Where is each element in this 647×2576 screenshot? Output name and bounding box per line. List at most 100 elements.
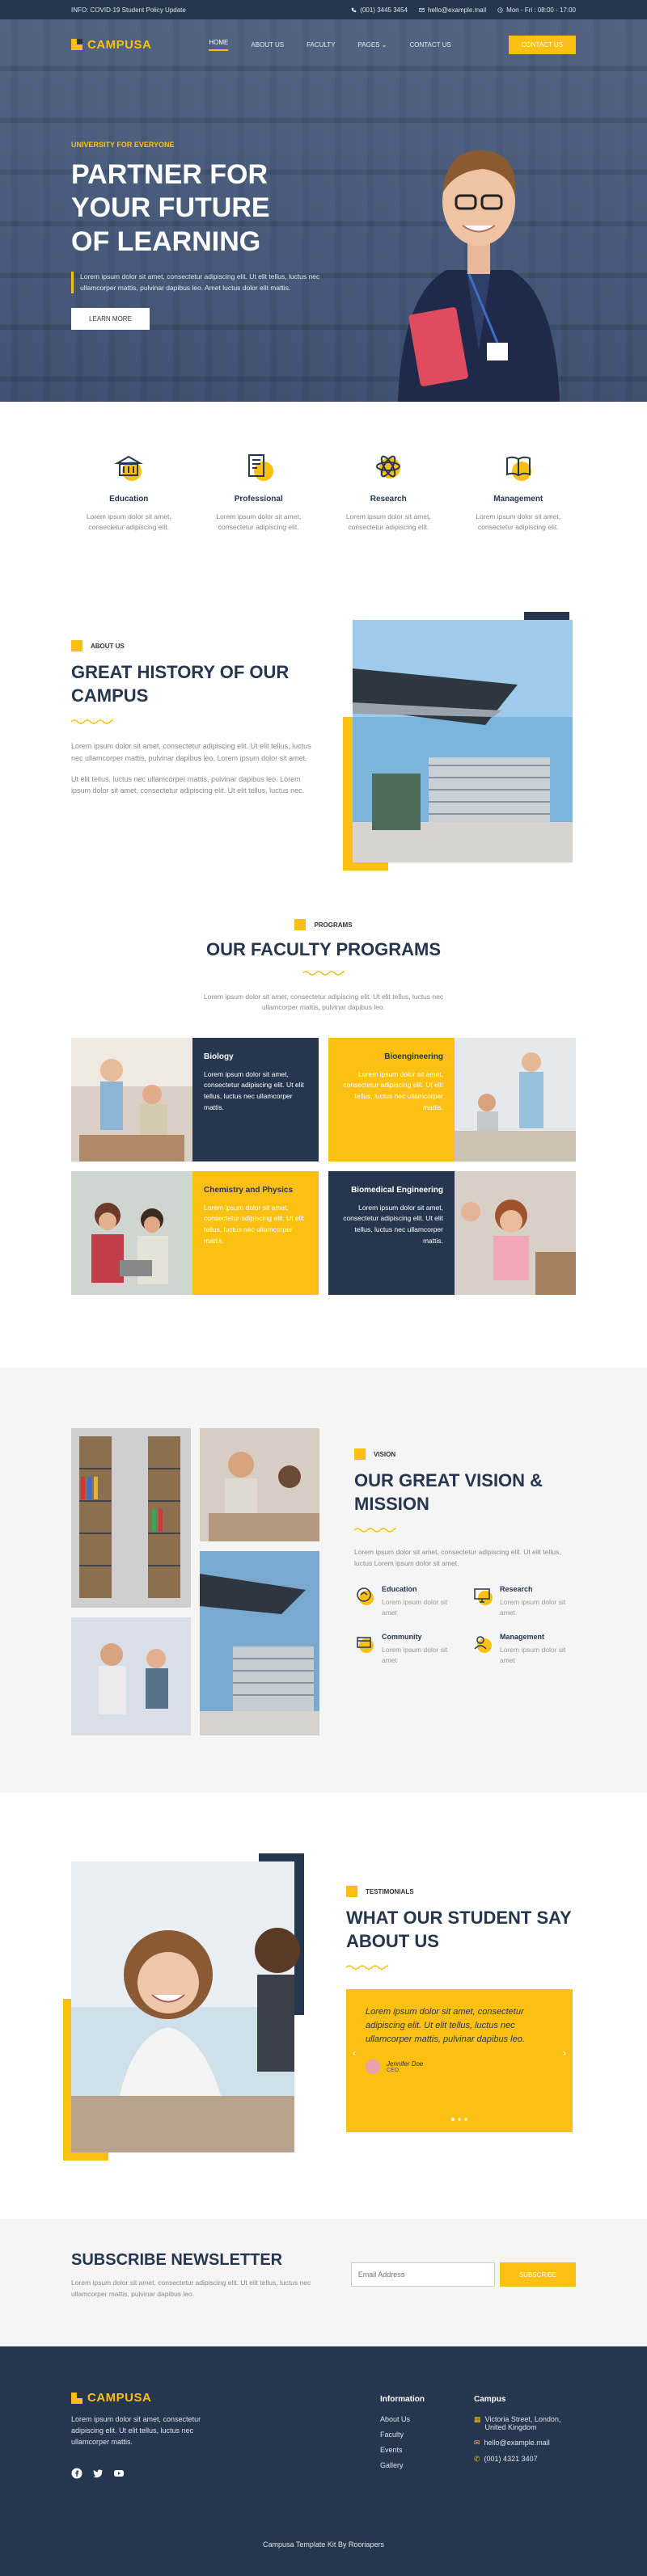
carousel-dot[interactable] [451, 2118, 455, 2122]
about-section: ABOUT US GREAT HISTORY OF OUR CAMPUS Lor… [0, 580, 647, 895]
footer-information: Information About Us Faculty Events Gall… [380, 2395, 425, 2477]
program-info: Chemistry and Physics Lorem ipsum dolor … [192, 1170, 319, 1295]
footer-phone[interactable]: ✆ (001) 4321 3407 [474, 2455, 579, 2464]
wave-divider-icon [70, 719, 117, 724]
email-contact[interactable]: hello@example.mail [419, 6, 486, 14]
email-field[interactable] [350, 2262, 495, 2287]
clock-icon [497, 6, 503, 13]
newsletter-section: SUBSCRIBE NEWSLETTER Lorem ipsum dolor s… [0, 2219, 647, 2346]
student-testimonial-image [63, 1853, 304, 2161]
student-photo [398, 150, 560, 402]
feature-title: Research [370, 495, 407, 504]
phone-icon: ✆ [474, 2455, 480, 2463]
program-text: Lorem ipsum dolor sit amet, consectetur … [343, 1203, 443, 1245]
footer-link-gallery[interactable]: Gallery [380, 2461, 425, 2469]
email-text: hello@example.mail [484, 2439, 550, 2447]
nav-contact[interactable]: CONTACT US [409, 41, 450, 48]
phone-icon [351, 7, 357, 12]
about-label: ABOUT US [71, 640, 314, 651]
vision-item-community: Community Lorem ipsum dolor sit amet [354, 1633, 463, 1666]
program-card-biology[interactable]: Biology Lorem ipsum dolor sit amet, cons… [71, 1037, 319, 1162]
feature-text: Lorem ipsum dolor sit amet, consectetur … [86, 512, 171, 532]
footer-brand: CAMPUSA Lorem ipsum dolor sit amet, cons… [71, 2391, 233, 2479]
hours-text: Mon - Fri : 08:00 - 17:00 [506, 6, 576, 14]
main-navigation: CAMPUSA HOME ABOUT US FACULTY PAGES ⌄ CO… [0, 19, 647, 70]
learn-more-button[interactable]: LEARN MORE [71, 307, 150, 330]
site-logo[interactable]: CAMPUSA [71, 38, 151, 52]
chevron-left-icon[interactable]: ‹ [353, 2047, 356, 2059]
carousel-dot[interactable] [458, 2118, 461, 2122]
research-monitor-icon [474, 1588, 493, 1606]
graduation-icon [357, 1587, 374, 1606]
avatar [366, 2060, 380, 2075]
features-section: Education Lorem ipsum dolor sit amet, co… [0, 402, 647, 580]
carousel-dot[interactable] [464, 2118, 467, 2122]
program-text: Lorem ipsum dolor sit amet, consectetur … [343, 1069, 443, 1111]
social-links [71, 2468, 233, 2479]
email-text: hello@example.mail [428, 6, 487, 14]
testimonials-label: TESTIMONIALS [346, 1886, 573, 1897]
program-card-chemistry-physics[interactable]: Chemistry and Physics Lorem ipsum dolor … [71, 1170, 319, 1295]
facebook-icon[interactable] [71, 2468, 82, 2479]
program-card-bioengineering[interactable]: Bioengineering Lorem ipsum dolor sit ame… [328, 1037, 576, 1162]
vision-item-text: Lorem ipsum dolor sit amet [382, 1645, 448, 1664]
contact-us-button[interactable]: CONTACT US [508, 35, 576, 54]
program-card-biomedical-engineering[interactable]: Biomedical Engineering Lorem ipsum dolor… [328, 1170, 576, 1295]
nav-pages[interactable]: PAGES ⌄ [358, 41, 387, 48]
opening-hours: Mon - Fri : 08:00 - 17:00 [497, 6, 576, 14]
feature-text: Lorem ipsum dolor sit amet, consectetur … [476, 512, 561, 532]
vision-content: VISION OUR GREAT VISION & MISSION Lorem … [353, 1448, 581, 1666]
nav-home[interactable]: HOME [209, 39, 229, 51]
footer-link-events[interactable]: Events [380, 2446, 425, 2454]
nav-faculty[interactable]: FACULTY [307, 41, 335, 48]
nav-about[interactable]: ABOUT US [251, 41, 284, 48]
youtube-icon[interactable] [113, 2468, 125, 2479]
footer-email[interactable]: ✉ hello@example.mail [474, 2439, 579, 2447]
vision-section: VISION OUR GREAT VISION & MISSION Lorem … [0, 1368, 647, 1793]
twitter-icon[interactable] [92, 2468, 104, 2479]
covid-notice[interactable]: INFO: COVID-19 Student Policy Update [71, 6, 186, 14]
nav-menu: HOME ABOUT US FACULTY PAGES ⌄ CONTACT US [209, 39, 451, 51]
chemistry-students-image [71, 1170, 192, 1295]
vision-item-title: Education [382, 1585, 417, 1594]
feature-text: Lorem ipsum dolor sit amet, consectetur … [216, 512, 302, 532]
footer-logo-text: CAMPUSA [87, 2391, 152, 2405]
chevron-right-icon[interactable]: › [563, 2047, 566, 2059]
programs-section: PROGRAMS OUR FACULTY PROGRAMS Lorem ipsu… [0, 895, 647, 1368]
phone-contact[interactable]: (001) 3445 3454 [351, 6, 408, 14]
author-role: CEO [387, 2068, 400, 2074]
vision-item-text: Lorem ipsum dolor sit amet [382, 1598, 448, 1617]
testimonials-title: WHAT OUR STUDENT SAY ABOUT US [346, 1908, 572, 1951]
book-certificate-icon [247, 454, 273, 481]
vision-item-title: Management [500, 1632, 545, 1641]
bioengineering-students-image [455, 1037, 576, 1162]
feature-title: Professional [234, 495, 283, 504]
feature-research: Research Lorem ipsum dolor sit amet, con… [331, 450, 446, 580]
top-info-bar: INFO: COVID-19 Student Policy Update (00… [0, 0, 647, 19]
wave-divider-icon [302, 970, 349, 976]
testimonials-label-text: TESTIMONIALS [366, 1887, 414, 1895]
testimonial-author: Jennifer Doe CEO [366, 2060, 553, 2075]
footer-description: Lorem ipsum dolor sit amet, consectetur … [71, 2415, 201, 2446]
vision-item-text: Lorem ipsum dolor sit amet [500, 1598, 566, 1617]
vision-label: VISION [354, 1448, 581, 1460]
about-paragraph-1: Lorem ipsum dolor sit amet, consectetur … [71, 742, 311, 762]
author-name: Jennifer Doe [387, 2060, 424, 2068]
footer-link-faculty[interactable]: Faculty [380, 2431, 425, 2439]
programs-label-text: PROGRAMS [314, 921, 353, 929]
vision-item-title: Community [382, 1632, 422, 1641]
subscribe-button[interactable]: SUBSCRIBE [499, 2262, 576, 2287]
feature-education: Education Lorem ipsum dolor sit amet, co… [71, 450, 187, 580]
about-title: GREAT HISTORY OF OUR CAMPUS [71, 662, 290, 706]
testimonials-content: TESTIMONIALS WHAT OUR STUDENT SAY ABOUT … [345, 1886, 573, 2133]
feature-text: Lorem ipsum dolor sit amet, consectetur … [345, 512, 431, 532]
newsletter-form: SUBSCRIBE [350, 2262, 576, 2346]
footer-logo[interactable]: CAMPUSA [71, 2391, 233, 2405]
footer-link-about[interactable]: About Us [380, 2415, 425, 2423]
building-icon: ▦ [474, 2415, 481, 2423]
program-text: Lorem ipsum dolor sit amet, consectetur … [204, 1203, 304, 1245]
vision-item-management: Management Lorem ipsum dolor sit amet [472, 1633, 581, 1666]
logo-text: CAMPUSA [87, 37, 152, 52]
feature-management: Management Lorem ipsum dolor sit amet, c… [461, 450, 577, 580]
footer-info-title: Information [380, 2395, 425, 2404]
